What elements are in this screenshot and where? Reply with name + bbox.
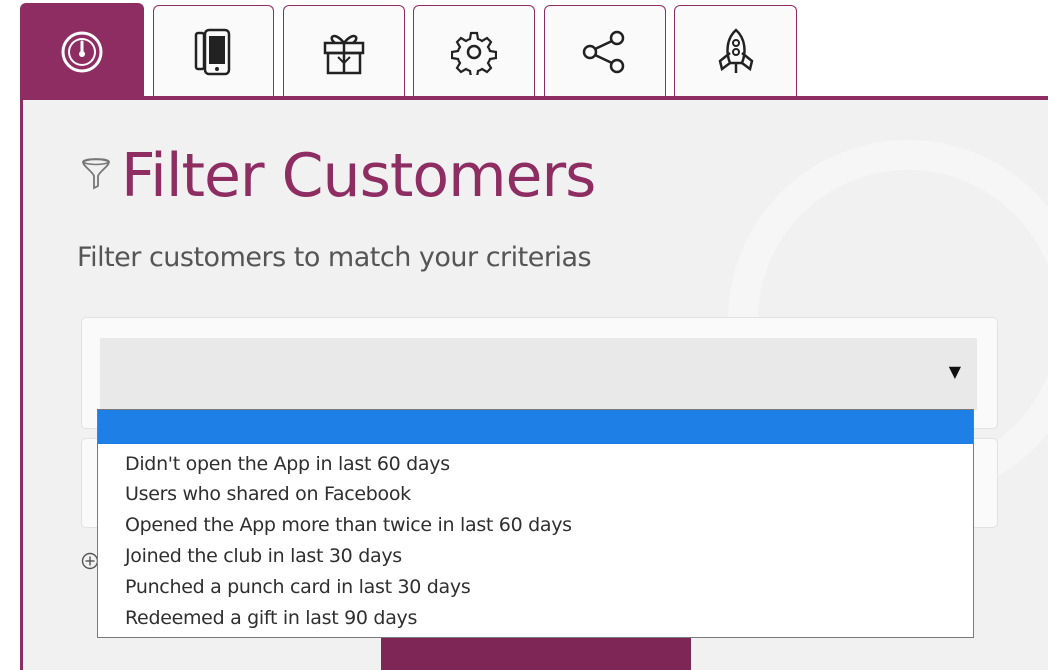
tab-mobile[interactable] [153, 5, 274, 97]
page-title: Filter Customers [121, 141, 596, 211]
rocket-icon [714, 27, 758, 77]
gear-icon [451, 29, 497, 75]
dropdown-option[interactable]: Redeemed a gift in last 90 days [125, 604, 417, 632]
dropdown-option[interactable]: Punched a punch card in last 30 days [125, 573, 471, 601]
tab-gifts[interactable] [283, 5, 405, 97]
tab-settings[interactable] [413, 5, 535, 97]
mobile-phone-icon [193, 27, 235, 77]
dropdown-option[interactable]: Users who shared on Facebook [125, 480, 411, 508]
page-subtitle: Filter customers to match your criterias [77, 242, 592, 273]
tab-launch[interactable] [674, 5, 797, 97]
app-window: Filter Customers Filter customers to mat… [0, 0, 1048, 670]
dropdown-option-empty[interactable] [98, 410, 973, 444]
share-icon [581, 29, 629, 75]
dropdown-option[interactable]: Joined the club in last 30 days [125, 542, 402, 570]
tab-bar [20, 0, 1048, 100]
filter-select[interactable]: ▼ [100, 338, 977, 410]
gift-icon [321, 27, 367, 77]
speedometer-icon [59, 29, 105, 75]
filter-dropdown-list: Didn't open the App in last 60 days User… [97, 409, 974, 638]
tab-share[interactable] [544, 5, 666, 97]
tab-dashboard[interactable] [20, 3, 144, 100]
dropdown-option[interactable]: Opened the App more than twice in last 6… [125, 511, 572, 539]
dropdown-arrow-icon: ▼ [948, 362, 961, 381]
dropdown-option[interactable]: Didn't open the App in last 60 days [125, 450, 450, 478]
title-row: Filter Customers [81, 138, 596, 214]
funnel-icon [81, 158, 111, 194]
